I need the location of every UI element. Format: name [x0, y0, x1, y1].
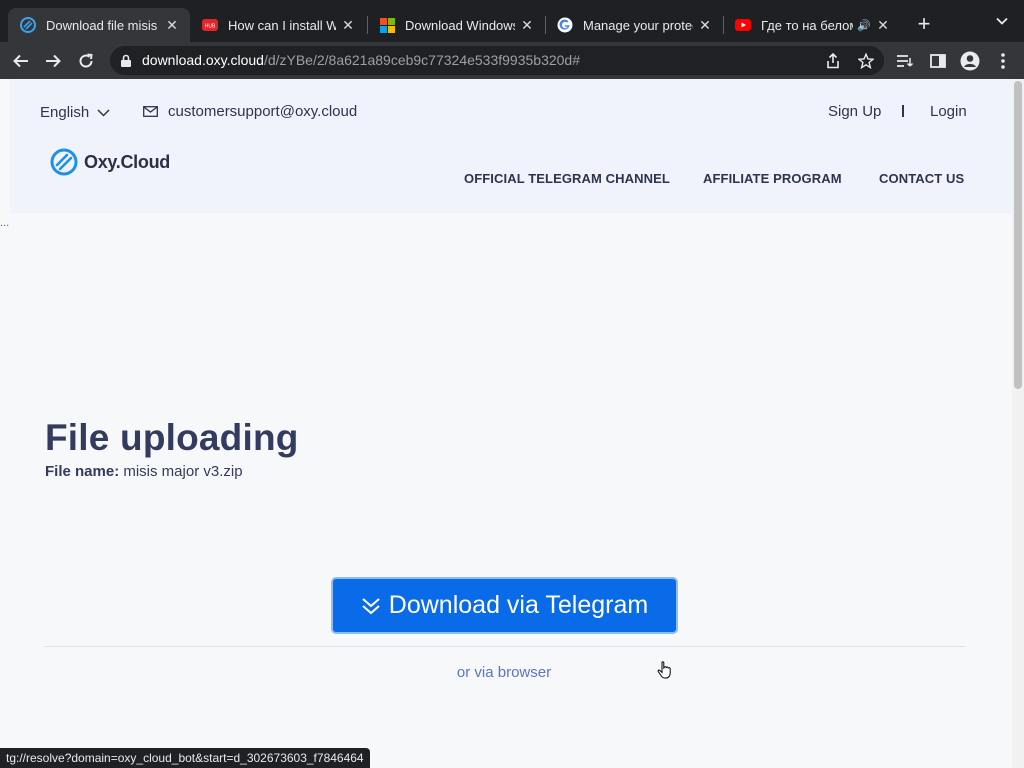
tab-title: Download Windows — [405, 17, 515, 33]
nav-affiliate-program[interactable]: AFFILIATE PROGRAM — [703, 171, 842, 186]
hand-cursor-icon — [657, 661, 671, 679]
new-tab-button[interactable]: + — [913, 13, 935, 35]
chevron-down-icon — [97, 108, 110, 117]
profile-avatar-icon[interactable] — [960, 51, 980, 71]
bookmark-star-icon[interactable] — [857, 52, 875, 70]
tab-title: Где то на белом — [761, 17, 854, 33]
sign-up-link[interactable]: Sign Up — [828, 103, 881, 120]
svg-text:HUB: HUB — [205, 24, 216, 30]
file-name-line: File name: misis major v3.zip — [45, 463, 243, 480]
browser-toolbar: download.oxy.cloud/d/zYBe/2/8a621a89ceb9… — [0, 42, 1024, 79]
close-tab-icon[interactable]: ✕ — [519, 17, 535, 34]
tab-youtube[interactable]: Где то на белом 🔊 ✕ — [723, 8, 901, 42]
hub-icon: HUB — [202, 17, 218, 33]
back-arrow-icon — [13, 54, 28, 68]
reading-list-icon[interactable] — [895, 51, 915, 71]
page-title: File uploading — [45, 417, 299, 458]
page-viewport: English customersupport@oxy.cloud Sign U… — [0, 79, 1012, 768]
windows-logo-icon — [379, 17, 395, 33]
back-button[interactable] — [8, 48, 34, 74]
close-tab-icon[interactable]: ✕ — [697, 17, 713, 34]
youtube-icon — [735, 17, 751, 33]
login-link[interactable]: Login — [930, 103, 967, 120]
side-panel-icon[interactable] — [928, 51, 948, 71]
tab-title: Download file misis major v3.zip — [46, 17, 160, 33]
url-text[interactable]: download.oxy.cloud/d/zYBe/2/8a621a89ceb9… — [142, 52, 580, 68]
nav-telegram-channel[interactable]: OFFICIAL TELEGRAM CHANNEL — [464, 171, 670, 186]
oxy-cloud-icon — [20, 17, 36, 33]
close-tab-icon[interactable]: ✕ — [875, 17, 891, 34]
site-logo[interactable]: Oxy.Cloud — [50, 148, 170, 176]
nav-contact-us[interactable]: CONTACT US — [879, 171, 964, 186]
close-tab-icon[interactable]: ✕ — [164, 17, 180, 34]
download-via-browser-link[interactable]: or via browser — [0, 664, 1008, 681]
browser-menu-icon[interactable] — [993, 51, 1013, 71]
stray-text: ... — [0, 217, 10, 229]
site-header — [10, 79, 1012, 213]
tab-strip: Download file misis major v3.zip ✕ HUB H… — [0, 0, 1024, 42]
download-telegram-label: Download via Telegram — [388, 591, 649, 619]
url-host: download.oxy.cloud — [142, 52, 264, 68]
page-scrollbar[interactable] — [1012, 79, 1024, 768]
file-name-label: File name: — [45, 463, 120, 480]
language-label: English — [40, 104, 90, 121]
oxy-cloud-logo-icon — [50, 148, 78, 176]
tab-search-chevron-icon[interactable] — [993, 14, 1011, 32]
tab-manage-protection[interactable]: Manage your protection ✕ — [545, 8, 723, 42]
google-icon — [557, 17, 573, 33]
url-path: /d/zYBe/2/8a621a89ceb9c77324e533f9935b32… — [263, 52, 581, 68]
share-icon[interactable] — [824, 52, 842, 70]
file-name-value: misis major v3.zip — [123, 463, 243, 480]
double-chevron-down-icon — [362, 597, 380, 614]
close-tab-icon[interactable]: ✕ — [340, 17, 356, 34]
tab-title: How can I install Windows — [228, 17, 336, 33]
support-email: customersupport@oxy.cloud — [168, 103, 358, 120]
auth-divider — [902, 105, 904, 117]
divider — [44, 646, 965, 647]
language-selector[interactable]: English — [40, 104, 110, 121]
mail-icon — [143, 106, 158, 117]
support-email-link[interactable]: customersupport@oxy.cloud — [143, 103, 357, 120]
tab-how-install[interactable]: HUB How can I install Windows ✕ — [190, 8, 366, 42]
tab-title: Manage your protection — [583, 17, 693, 33]
reload-icon — [79, 53, 93, 68]
lock-icon[interactable] — [120, 54, 132, 67]
forward-arrow-icon — [46, 54, 61, 68]
reload-button[interactable] — [73, 48, 99, 74]
download-telegram-button[interactable]: Download via Telegram — [331, 577, 678, 634]
address-bar[interactable]: download.oxy.cloud/d/zYBe/2/8a621a89ceb9… — [110, 46, 884, 75]
logo-text: Oxy.Cloud — [84, 151, 170, 172]
forward-button[interactable] — [40, 48, 66, 74]
scrollbar-thumb[interactable] — [1014, 81, 1022, 389]
status-bar-url: tg://resolve?domain=oxy_cloud_bot&start=… — [0, 748, 370, 768]
tab-download-windows[interactable]: Download Windows ✕ — [367, 8, 545, 42]
tab-oxy-cloud[interactable]: Download file misis major v3.zip ✕ — [8, 8, 190, 42]
speaker-icon[interactable]: 🔊 — [857, 19, 871, 32]
